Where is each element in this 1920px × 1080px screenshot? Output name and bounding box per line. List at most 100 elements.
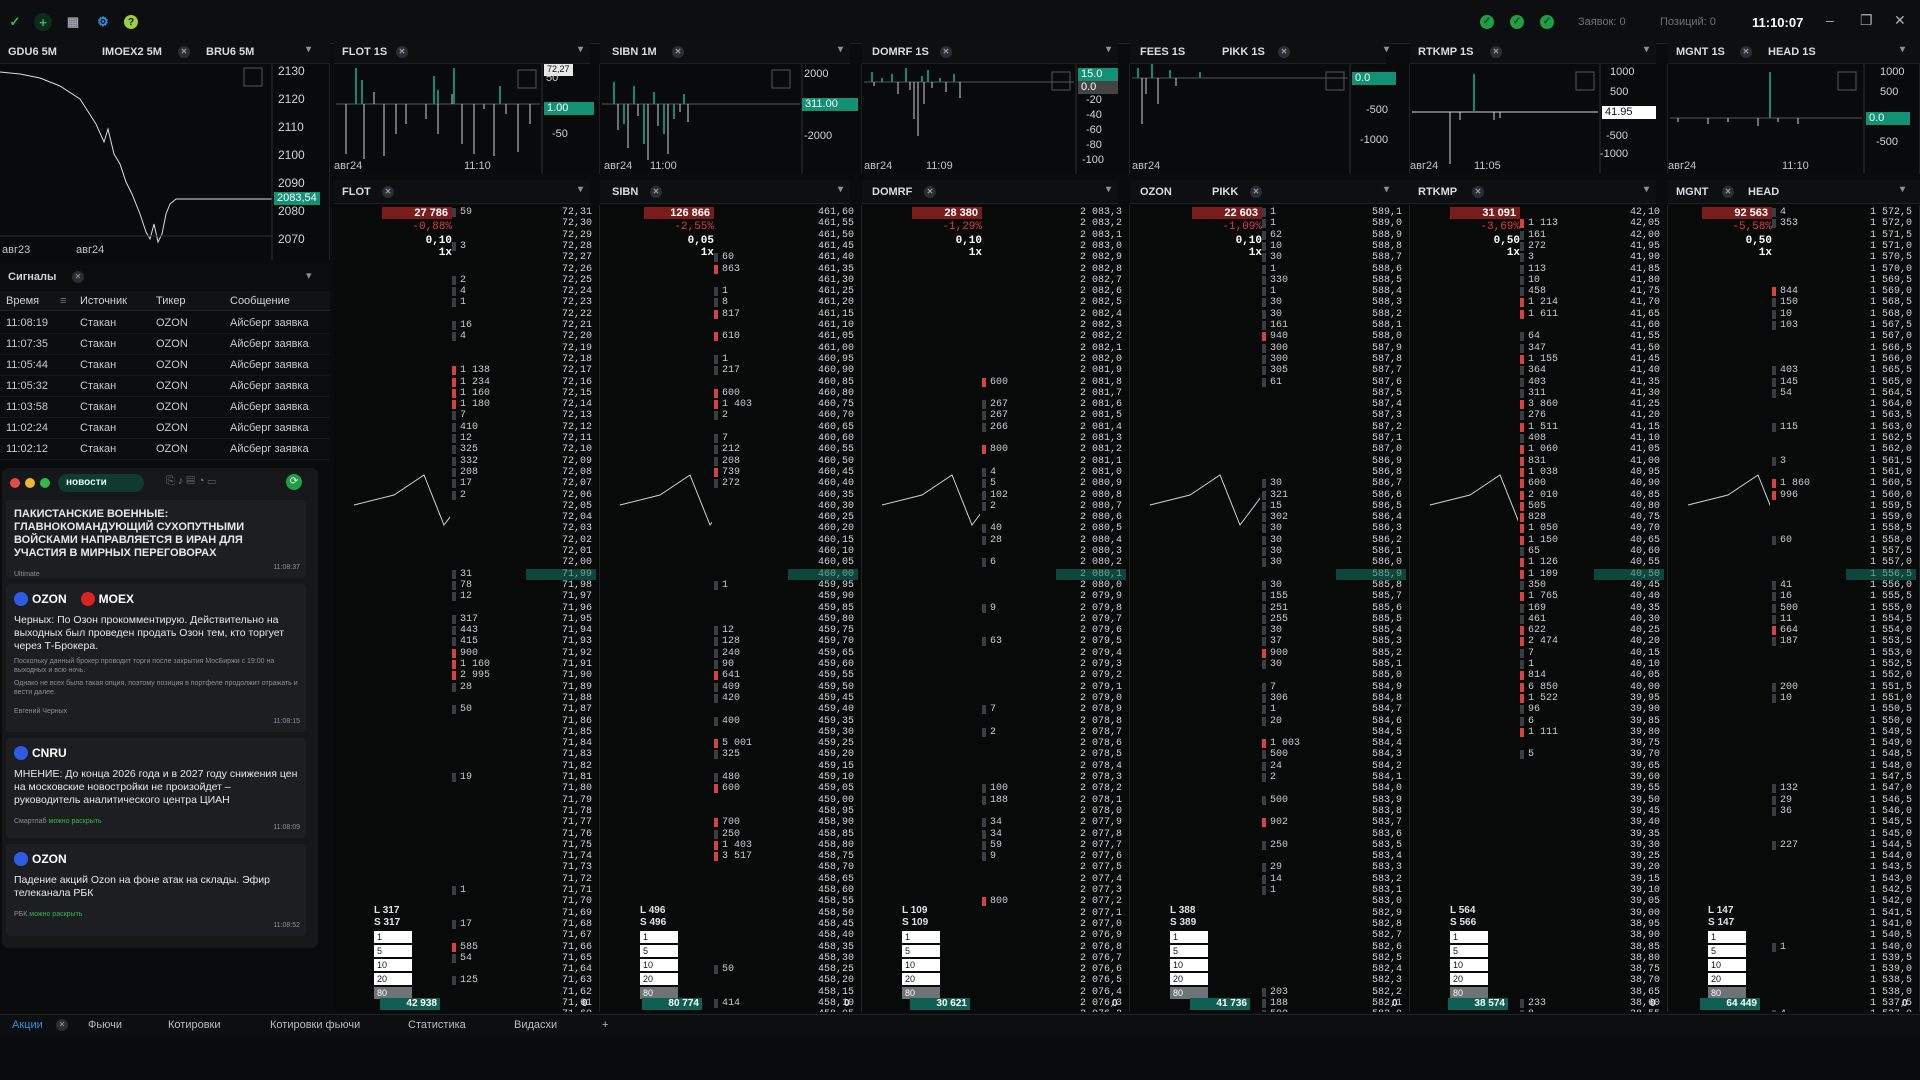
price-level[interactable]: 582,8 (1340, 919, 1402, 930)
ticker-tag-ozon[interactable]: OZON (14, 852, 67, 866)
price-level[interactable]: 582,5 (1340, 953, 1402, 964)
price-level[interactable]: 1 569,0 (1850, 286, 1912, 297)
chevron-down-icon[interactable]: ▾ (578, 44, 583, 55)
volume-cell[interactable]: 400 (722, 716, 740, 727)
price-level[interactable]: 38,75 (1598, 964, 1660, 975)
multiplier[interactable]: 1x (644, 247, 714, 259)
add-icon[interactable]: + (34, 13, 52, 31)
gear-icon[interactable]: ⚙ (94, 13, 112, 31)
quantity-preset-button[interactable]: 10 (902, 959, 940, 971)
volume-cell[interactable]: 267 (990, 399, 1008, 410)
price-level[interactable]: 461,30 (792, 275, 854, 286)
price-level[interactable]: 40,45 (1598, 580, 1660, 591)
price-level[interactable]: 72,27 (530, 252, 592, 263)
price-level[interactable]: 2 082,8 (1060, 264, 1122, 275)
volume-cell[interactable]: 50 (460, 704, 472, 715)
volume-cell[interactable]: 311 (1528, 388, 1546, 399)
price-level[interactable]: 39,95 (1598, 693, 1660, 704)
multiplier[interactable]: 1x (382, 247, 452, 259)
volume-cell[interactable]: 1 113 (1528, 218, 1558, 229)
sort-icon[interactable]: ≡ (60, 295, 66, 307)
price-level[interactable]: 39,20 (1598, 862, 1660, 873)
price-level[interactable]: 458,50 (792, 908, 854, 919)
price-level[interactable]: 39,80 (1598, 727, 1660, 738)
tab-domrf[interactable]: DOMRF (872, 186, 912, 198)
volume-cell[interactable]: 28 (460, 682, 472, 693)
price-level[interactable]: 41,50 (1598, 343, 1660, 354)
price-level[interactable]: 586,2 (1340, 535, 1402, 546)
volume-cell[interactable]: 208 (460, 467, 478, 478)
price-level[interactable]: 71,68 (530, 919, 592, 930)
chart-head[interactable]: 1000 500 0.0 -500 авг24 11:10 (1668, 64, 1920, 174)
price-level[interactable]: 40,25 (1598, 625, 1660, 636)
volume-cell[interactable]: 40 (990, 523, 1002, 534)
volume-cell[interactable]: 125 (460, 975, 478, 986)
tab-futures-quotes[interactable]: Котировки фьючи (270, 1019, 360, 1031)
price-level[interactable]: 41,75 (1598, 286, 1660, 297)
price-level[interactable]: 1 546,0 (1850, 806, 1912, 817)
volume-cell[interactable]: 410 (460, 422, 478, 433)
price-level[interactable]: 39,90 (1598, 704, 1660, 715)
ticker-tag-moex[interactable]: MOEX (80, 592, 134, 606)
volume-cell[interactable]: 161 (1270, 320, 1288, 331)
price-level[interactable]: 2 077,1 (1060, 908, 1122, 919)
price-level[interactable]: 2 083,0 (1060, 241, 1122, 252)
volume-cell[interactable]: 208 (722, 456, 740, 467)
volume-cell[interactable]: 2 995 (460, 670, 490, 681)
volume-cell[interactable]: 10 (1528, 275, 1540, 286)
price-level[interactable]: 588,3 (1340, 297, 1402, 308)
price-level[interactable]: 2 076,5 (1060, 975, 1122, 986)
volume-cell[interactable]: 325 (722, 749, 740, 760)
price-level[interactable]: 584,3 (1340, 749, 1402, 760)
maximize-dot-icon[interactable] (40, 478, 50, 488)
price-level[interactable]: 1 547,5 (1850, 772, 1912, 783)
price-level[interactable]: 461,40 (792, 252, 854, 263)
price-level[interactable]: 71,98 (530, 580, 592, 591)
volume-cell[interactable]: 54 (1780, 388, 1792, 399)
price-level[interactable]: 589,0 (1340, 218, 1402, 229)
price-level[interactable]: 458,35 (792, 942, 854, 953)
volume-cell[interactable]: 20 (1270, 716, 1282, 727)
signal-row[interactable]: 11:02:12 Стакан OZON Айсберг заявка (0, 439, 330, 460)
price-level[interactable]: 2 082,3 (1060, 320, 1122, 331)
price-level[interactable]: 2 079,5 (1060, 636, 1122, 647)
volume-cell[interactable]: 403 (1780, 365, 1798, 376)
volume-cell[interactable]: 203 (1270, 987, 1288, 998)
price-level[interactable]: 1 539,0 (1850, 964, 1912, 975)
chart-pikk[interactable]: 0.0 -500 -1000 авг24 (1130, 64, 1410, 174)
volume-cell[interactable]: 8 (1528, 1009, 1534, 1012)
volume-cell[interactable]: 2 (722, 410, 728, 421)
volume-cell[interactable]: 1 138 (460, 365, 490, 376)
chevron-down-icon[interactable]: ▾ (306, 269, 312, 282)
price-level[interactable]: 458,75 (792, 851, 854, 862)
order-book-pikk[interactable]: 22 603 -1,09% 0,10 1x 589,1 1 589,0 1 588,9 62 588… (1130, 205, 1410, 1012)
volume-cell[interactable]: 2 (460, 275, 466, 286)
price-level[interactable]: 1 555,5 (1850, 591, 1912, 602)
volume-cell[interactable]: 1 155 (1528, 354, 1558, 365)
price-level[interactable]: 458,65 (792, 874, 854, 885)
volume-cell[interactable]: 1 214 (1528, 297, 1558, 308)
price-level[interactable]: 72,26 (530, 264, 592, 275)
price-level[interactable]: 40,20 (1598, 636, 1660, 647)
volume-cell[interactable]: 145 (1780, 377, 1798, 388)
price-level[interactable]: 587,9 (1340, 343, 1402, 354)
volume-cell[interactable]: 458 (1528, 286, 1546, 297)
price-level[interactable]: 458,45 (792, 919, 854, 930)
price-level[interactable]: 72,23 (530, 297, 592, 308)
close-tab-icon[interactable]: ✕ (672, 46, 684, 58)
quantity-preset-button[interactable]: 20 (902, 973, 940, 985)
price-level[interactable]: 38,65 (1598, 987, 1660, 998)
volume-cell[interactable]: 30 (1270, 580, 1282, 591)
volume-cell[interactable]: 1 (722, 286, 728, 297)
price-level[interactable]: 2 077,9 (1060, 817, 1122, 828)
price-level[interactable]: 460,60 (792, 433, 854, 444)
price-level[interactable]: 1 556,0 (1850, 580, 1912, 591)
price-level[interactable]: 71,93 (530, 636, 592, 647)
quantity-preset-button[interactable]: 5 (1450, 945, 1488, 957)
refresh-icon[interactable]: ⟳ (286, 474, 302, 490)
price-level[interactable]: 39,30 (1598, 840, 1660, 851)
price-level[interactable]: 583,0 (1340, 896, 1402, 907)
volume-cell[interactable]: 4 (460, 286, 466, 297)
tab-fees-1s[interactable]: FEES 1S (1140, 46, 1185, 58)
price-level[interactable]: 2 077,8 (1060, 829, 1122, 840)
